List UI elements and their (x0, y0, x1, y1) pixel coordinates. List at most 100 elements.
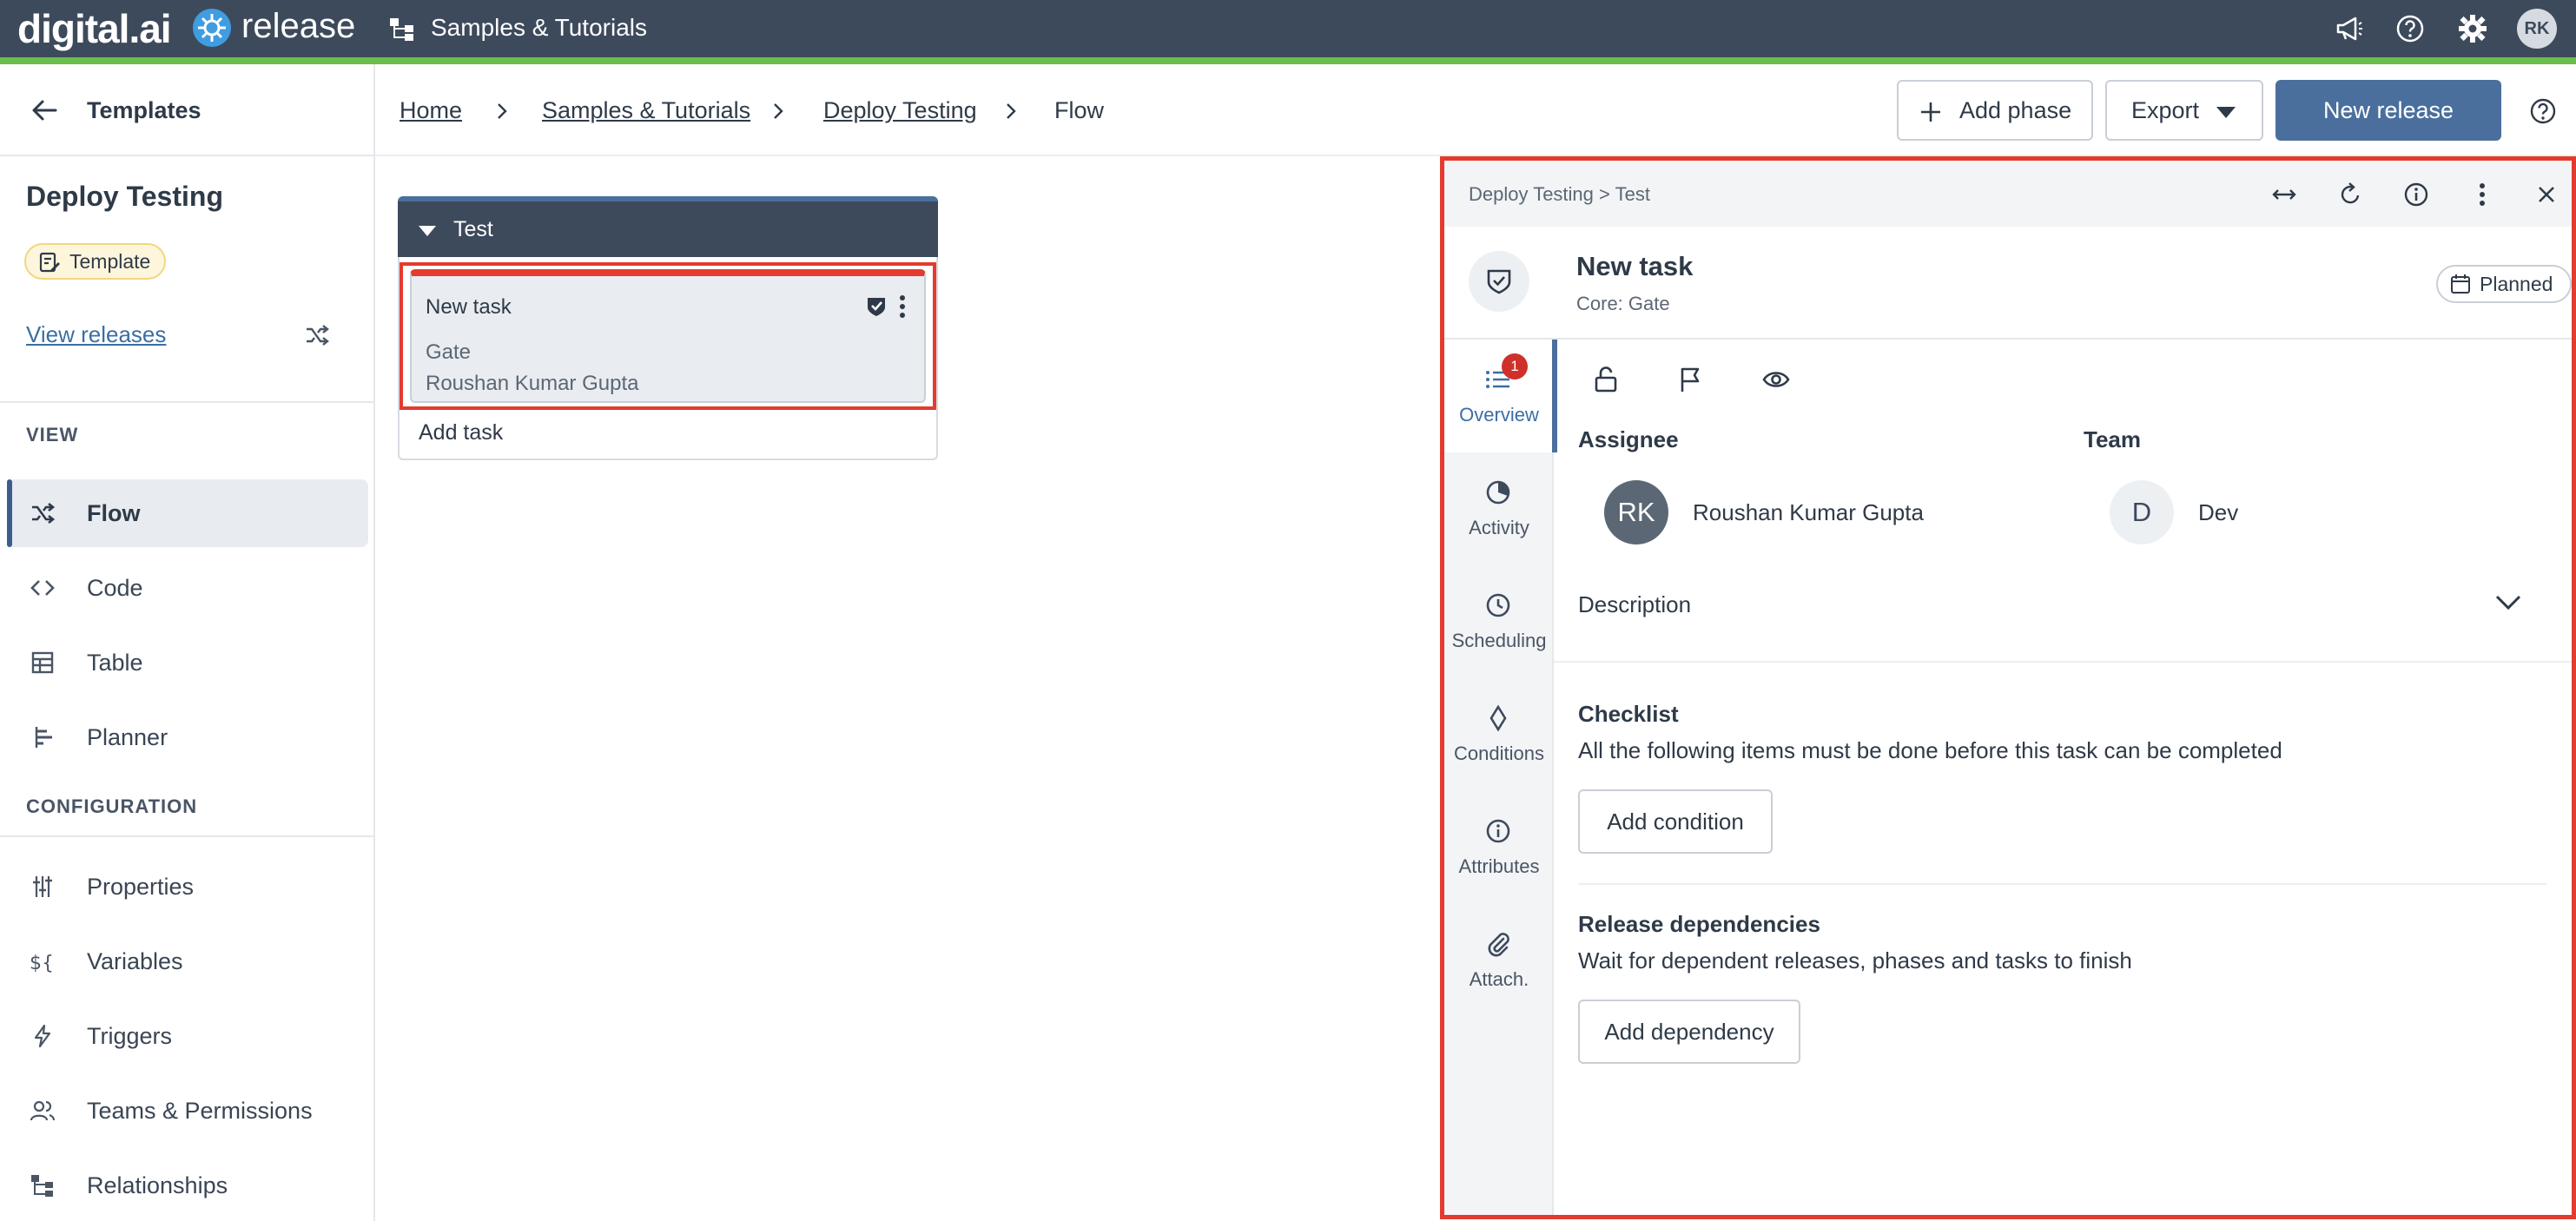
nav-item-properties[interactable]: Properties (7, 853, 368, 921)
svg-text:${: ${ (30, 953, 54, 974)
close-icon[interactable] (2533, 182, 2559, 208)
phase-header[interactable]: Test (398, 196, 938, 257)
nav-item-label: Variables (87, 948, 183, 974)
tab-label: Attributes (1458, 855, 1540, 877)
refresh-icon[interactable] (2337, 182, 2363, 208)
divider (0, 155, 373, 156)
flag-icon[interactable] (1677, 366, 1705, 393)
eye-icon[interactable] (1762, 366, 1790, 393)
divider (0, 835, 373, 837)
diamond-icon (1489, 704, 1507, 732)
variables-icon: ${ (30, 953, 54, 974)
collapse-caret-icon[interactable] (419, 226, 436, 236)
lightning-icon (34, 1024, 51, 1048)
help-circle-icon[interactable] (2395, 14, 2425, 43)
nav-item-flow[interactable]: Flow (7, 479, 368, 547)
task-title[interactable]: New task (1576, 251, 1693, 282)
top-bar-accent (0, 57, 2576, 64)
checklist-description: All the following items must be done bef… (1578, 737, 2282, 763)
activity-icon (1486, 480, 1510, 505)
expand-horizontal-icon[interactable] (2271, 182, 2297, 208)
overview-content: Assignee Team RK Roushan Kumar Gupta D D… (1554, 340, 2572, 1215)
nav-item-label: Triggers (87, 1023, 173, 1049)
export-label: Export (2131, 97, 2200, 123)
megaphone-icon[interactable] (2335, 14, 2364, 43)
nav-item-label: Properties (87, 874, 195, 900)
notification-badge: 1 (1502, 353, 1528, 380)
sidebar: Templates Deploy Testing Template View r… (0, 64, 375, 1221)
more-vertical-icon[interactable] (2469, 182, 2495, 208)
nav-item-planner[interactable]: Planner (7, 703, 368, 771)
tab-label: Attach. (1469, 968, 1529, 990)
task-title: New task (426, 295, 512, 319)
divider (1578, 883, 2547, 885)
back-arrow-icon[interactable] (30, 97, 59, 123)
chevron-right-icon (1007, 103, 1016, 119)
caret-down-icon (2216, 107, 2236, 118)
task-card[interactable]: New task Gate Roushan Kumar Gupta (410, 269, 926, 403)
nav-item-label: Flow (87, 500, 141, 526)
release-dependencies-description: Wait for dependent releases, phases and … (1578, 947, 2132, 974)
add-task-button[interactable]: Add task (419, 420, 503, 446)
nav-item-table[interactable]: Table (7, 629, 368, 696)
assignee-avatar[interactable]: RK (1604, 480, 1668, 544)
assignee-label: Assignee (1578, 426, 1679, 452)
shuffle-icon[interactable] (304, 323, 330, 347)
tab-attachments[interactable]: Attach. (1444, 904, 1554, 1017)
add-dependency-button[interactable]: Add dependency (1578, 1000, 1800, 1064)
add-condition-button[interactable]: Add condition (1578, 789, 1773, 854)
product-name: release (241, 7, 356, 45)
export-button[interactable]: Export (2105, 80, 2263, 141)
user-avatar[interactable]: RK (2517, 9, 2557, 49)
unlock-icon[interactable] (1592, 366, 1620, 393)
team-name[interactable]: Dev (2198, 499, 2238, 526)
nav-item-code[interactable]: Code (7, 554, 368, 622)
flow-icon (32, 502, 56, 525)
tab-scheduling[interactable]: Scheduling (1444, 565, 1554, 678)
gear-icon[interactable] (2458, 14, 2487, 43)
view-releases-link[interactable]: View releases (26, 321, 166, 348)
team-label: Team (2084, 426, 2141, 452)
template-icon (39, 252, 60, 273)
breadcrumb-folder[interactable]: Samples & Tutorials (542, 97, 750, 124)
brand-logo[interactable]: digital.ai (17, 5, 172, 52)
nav-item-label: Planner (87, 724, 168, 750)
tab-attributes[interactable]: Attributes (1444, 791, 1554, 904)
project-name: Deploy Testing (26, 181, 223, 212)
nav-item-label: Table (87, 650, 143, 676)
more-vertical-icon[interactable] (898, 294, 907, 320)
nav-item-relationships[interactable]: Relationships (7, 1152, 368, 1219)
tab-conditions[interactable]: Conditions (1444, 678, 1554, 791)
nav-item-triggers[interactable]: Triggers (7, 1002, 368, 1070)
phase-card: Test New task Gate Roushan Kumar Gupta A… (398, 196, 938, 460)
add-phase-label: Add phase (1959, 97, 2072, 123)
info-icon[interactable] (2403, 182, 2429, 208)
assignee-name[interactable]: Roushan Kumar Gupta (1693, 499, 1924, 526)
back-to-templates-link[interactable]: Templates (87, 97, 201, 124)
checklist-title: Checklist (1578, 701, 1679, 727)
team-avatar[interactable]: D (2110, 480, 2174, 544)
chevron-right-icon (774, 103, 783, 119)
add-phase-button[interactable]: Add phase (1897, 80, 2093, 141)
nav-item-label: Code (87, 575, 143, 601)
tab-label: Scheduling (1451, 630, 1547, 651)
paperclip-icon (1488, 933, 1509, 957)
breadcrumb-template[interactable]: Deploy Testing (823, 97, 977, 124)
info-icon (1486, 819, 1510, 843)
nav-item-teams-permissions[interactable]: Teams & Permissions (7, 1077, 368, 1145)
help-circle-icon[interactable] (2529, 97, 2557, 125)
folder-title[interactable]: Samples & Tutorials (431, 14, 647, 42)
description-toggle[interactable]: Description (1578, 591, 1691, 618)
gate-shield-icon (1487, 269, 1511, 294)
tab-activity[interactable]: Activity (1444, 452, 1554, 565)
chevron-down-icon[interactable] (2493, 591, 2523, 614)
calendar-icon (2451, 274, 2470, 294)
chevron-right-icon (498, 103, 507, 119)
task-type-badge (1469, 251, 1529, 312)
breadcrumb-home[interactable]: Home (400, 97, 462, 124)
new-release-button[interactable]: New release (2275, 80, 2501, 141)
task-owner: Roushan Kumar Gupta (426, 372, 639, 395)
nav-item-variables[interactable]: ${ Variables (7, 927, 368, 995)
tab-overview[interactable]: 1 Overview (1444, 340, 1557, 452)
table-icon (31, 651, 54, 674)
